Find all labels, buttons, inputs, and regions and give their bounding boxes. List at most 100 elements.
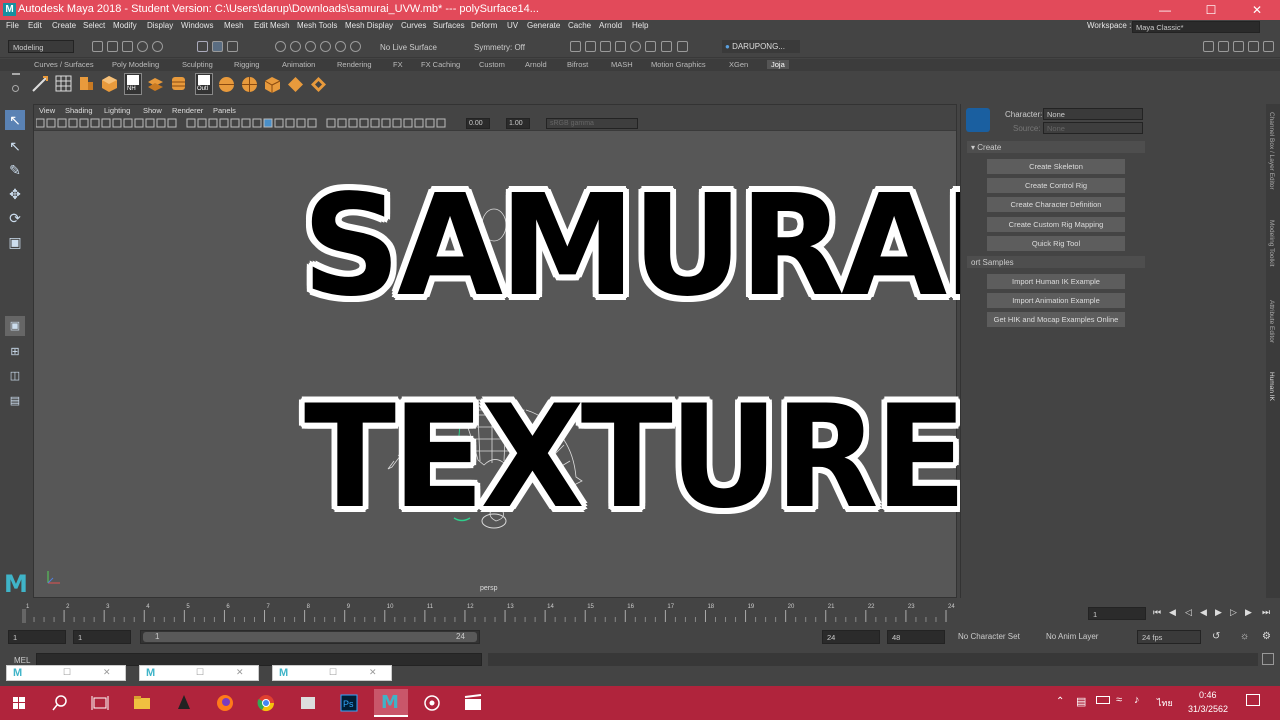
current-time-marker[interactable] (22, 609, 26, 623)
menu-display[interactable]: Display (147, 21, 173, 30)
viewport-tool-icon[interactable] (348, 118, 358, 128)
menu-generate[interactable]: Generate (527, 21, 560, 30)
menu-curves[interactable]: Curves (401, 21, 426, 30)
two-pane-layout-icon[interactable]: ◫ (5, 366, 25, 386)
viewport-tool-icon[interactable] (263, 118, 273, 128)
nh-script-button[interactable]: NH (124, 73, 142, 95)
viewport-tool-icon[interactable] (307, 118, 317, 128)
viewport-tool-icon[interactable] (230, 118, 240, 128)
menu-surfaces[interactable]: Surfaces (433, 21, 465, 30)
playback-start-field[interactable]: 1 (73, 630, 131, 644)
snap-point-icon[interactable] (305, 41, 316, 52)
tray-chevron-icon[interactable]: ⌃ (1056, 696, 1064, 707)
scale-tool-icon[interactable]: ▣ (5, 232, 25, 252)
viewport-tool-icon[interactable] (79, 118, 89, 128)
select-component-icon[interactable] (227, 41, 238, 52)
toggle-hik-icon[interactable] (1263, 41, 1274, 52)
viewport-tool-icon[interactable] (414, 118, 424, 128)
shelf-tab-custom[interactable]: Custom (479, 60, 505, 69)
grid-icon[interactable] (54, 74, 73, 93)
minimized-window-1[interactable]: M ☐ ✕ (6, 665, 126, 681)
time-slider-ruler[interactable]: 1 2 3 4 5 6 7 8 9 10 11 12 13 14 15 16 17 18 19 20 21 22 23 24 (10, 600, 962, 624)
close-icon[interactable]: ✕ (236, 667, 244, 678)
exposure-field[interactable]: 0.00 (466, 118, 490, 129)
menu-windows[interactable]: Windows (181, 21, 213, 30)
snap-projected-icon[interactable] (320, 41, 331, 52)
current-frame-field[interactable]: 1 (1088, 607, 1146, 620)
viewport-tool-icon[interactable] (381, 118, 391, 128)
barrel-icon[interactable] (169, 74, 188, 93)
quick-rig-tool-button[interactable]: Quick Rig Tool (987, 236, 1125, 251)
play-backwards-icon[interactable]: ◀ (1200, 607, 1207, 618)
shelf-tab-bifrost[interactable]: Bifrost (567, 60, 588, 69)
viewport-tool-icon[interactable] (101, 118, 111, 128)
maximize-button[interactable]: ☐ (1188, 0, 1234, 20)
viewport-tool-icon[interactable] (326, 118, 336, 128)
menu-select[interactable]: Select (83, 21, 105, 30)
create-control-rig-button[interactable]: Create Control Rig (987, 178, 1125, 193)
render-view-icon[interactable] (570, 41, 581, 52)
new-scene-icon[interactable] (92, 41, 103, 52)
toggle-tool-settings-icon[interactable] (1233, 41, 1244, 52)
viewport-tool-icon[interactable] (123, 118, 133, 128)
select-hierarchy-icon[interactable] (197, 41, 208, 52)
game-app-icon[interactable] (170, 689, 198, 717)
battery-icon[interactable] (1096, 696, 1110, 704)
viewport-tool-icon[interactable] (337, 118, 347, 128)
photoshop-icon[interactable]: Ps (335, 689, 363, 717)
menu-deform[interactable]: Deform (471, 21, 497, 30)
hypershade-icon[interactable] (630, 41, 641, 52)
undo-icon[interactable] (137, 41, 148, 52)
tab-human-ik[interactable]: Human IK (1268, 372, 1275, 401)
arnold-play-icon[interactable] (661, 41, 672, 52)
restore-icon[interactable]: ☐ (329, 667, 337, 678)
firefox-icon[interactable] (211, 689, 239, 717)
menu-mesh[interactable]: Mesh (224, 21, 244, 30)
shelf-tab-curves-surfaces[interactable]: Curves / Surfaces (34, 60, 94, 69)
video-editor-icon[interactable] (459, 689, 487, 717)
mel-label[interactable]: MEL (14, 656, 30, 665)
import-human-ik-example-button[interactable]: Import Human IK Example (987, 274, 1125, 289)
menu-edit-mesh[interactable]: Edit Mesh (254, 21, 290, 30)
viewport-tool-icon[interactable] (241, 118, 251, 128)
redo-icon[interactable] (152, 41, 163, 52)
outliner-layout-icon[interactable]: ▤ (5, 391, 25, 411)
clock-time[interactable]: 0:46 (1199, 690, 1217, 700)
shelf-tab-animation[interactable]: Animation (282, 60, 315, 69)
shelf-tab-fx-caching[interactable]: FX Caching (421, 60, 460, 69)
file-explorer-icon[interactable] (128, 689, 156, 717)
outl-script-button[interactable]: Outl (195, 73, 213, 95)
blender-icon[interactable] (418, 689, 446, 717)
snap-curve-icon[interactable] (290, 41, 301, 52)
play-forwards-icon[interactable]: ▶ (1215, 607, 1222, 618)
viewport-tool-icon[interactable] (134, 118, 144, 128)
clock-date[interactable]: 31/3/2562 (1188, 704, 1228, 714)
vp-menu-lighting[interactable]: Lighting (104, 106, 130, 115)
search-icon[interactable] (46, 689, 74, 717)
animation-start-field[interactable]: 1 (8, 630, 66, 644)
menu-mesh-tools[interactable]: Mesh Tools (297, 21, 337, 30)
restore-icon[interactable]: ☐ (63, 667, 71, 678)
sphere-orange-icon[interactable] (217, 75, 236, 94)
menu-arnold[interactable]: Arnold (599, 21, 622, 30)
toggle-modeling-toolkit-icon[interactable] (1203, 41, 1214, 52)
viewport-tool-icon[interactable] (274, 118, 284, 128)
live-surface-label[interactable]: No Live Surface (380, 43, 437, 52)
menu-create[interactable]: Create (52, 21, 76, 30)
notes-app-icon[interactable] (294, 689, 322, 717)
import-samples-section-header[interactable]: ort Samples (967, 256, 1145, 268)
import-animation-example-button[interactable]: Import Animation Example (987, 293, 1125, 308)
viewport-tool-icon[interactable] (186, 118, 196, 128)
create-character-definition-button[interactable]: Create Character Definition (987, 197, 1125, 212)
shelf-tab-rigging[interactable]: Rigging (234, 60, 259, 69)
viewport-tool-icon[interactable] (285, 118, 295, 128)
cube-icon[interactable] (100, 74, 119, 93)
minimized-window-2[interactable]: M ☐ ✕ (139, 665, 259, 681)
viewport-tool-icon[interactable] (392, 118, 402, 128)
toggle-attribute-editor-icon[interactable] (1218, 41, 1229, 52)
viewport-toolbar-icons[interactable] (36, 118, 456, 129)
create-custom-rig-mapping-button[interactable]: Create Custom Rig Mapping (987, 217, 1125, 232)
viewport-tool-icon[interactable] (296, 118, 306, 128)
lasso-tool-icon[interactable]: ↖ (5, 136, 25, 156)
notifications-icon[interactable] (1246, 694, 1260, 706)
